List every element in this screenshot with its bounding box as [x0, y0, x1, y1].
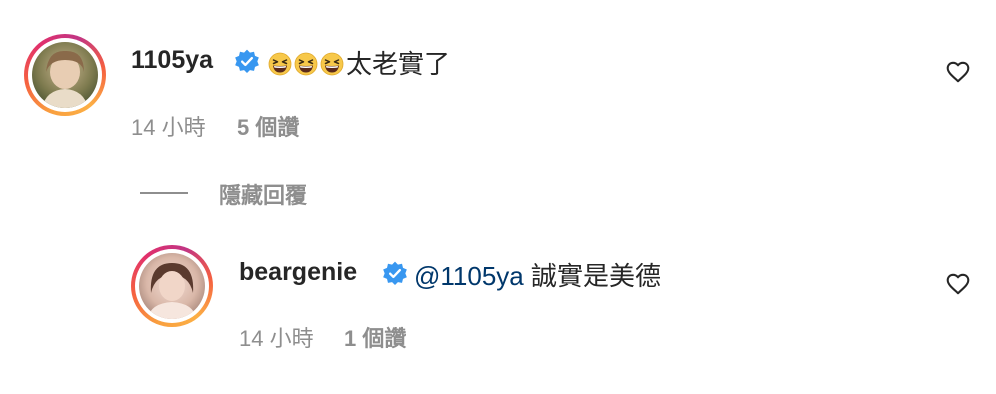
- like-heart-icon[interactable]: [945, 271, 971, 297]
- grinning-squinting-face-icon: [294, 52, 318, 76]
- hide-replies-button[interactable]: 隱藏回覆: [219, 178, 307, 210]
- reply-timestamp[interactable]: 14 小時: [239, 321, 314, 353]
- grinning-squinting-face-icon: [268, 52, 292, 76]
- reply-username[interactable]: beargenie: [239, 258, 357, 287]
- reply-text: @1105ya 誠實是美德: [414, 256, 661, 293]
- grinning-squinting-face-icon: [320, 52, 344, 76]
- reply-mention-link[interactable]: @1105ya: [414, 261, 524, 291]
- comment-like-count[interactable]: 5 個讚: [237, 110, 299, 142]
- avatar[interactable]: [131, 245, 213, 327]
- replies-divider: [140, 192, 188, 194]
- verified-badge-icon: [383, 261, 407, 286]
- reply-like-count[interactable]: 1 個讚: [344, 321, 406, 353]
- comment-timestamp[interactable]: 14 小時: [131, 110, 206, 142]
- comment-username[interactable]: 1105ya: [131, 46, 213, 75]
- avatar-photo: [139, 253, 205, 319]
- reply-text-body: 誠實是美德: [531, 261, 662, 291]
- verified-badge-icon: [235, 49, 259, 74]
- like-heart-icon[interactable]: [945, 59, 971, 85]
- avatar[interactable]: [24, 34, 106, 116]
- comment-text-body: 太老實了: [346, 49, 451, 79]
- comment-text: 太老實了: [268, 44, 450, 81]
- avatar-photo: [32, 42, 98, 108]
